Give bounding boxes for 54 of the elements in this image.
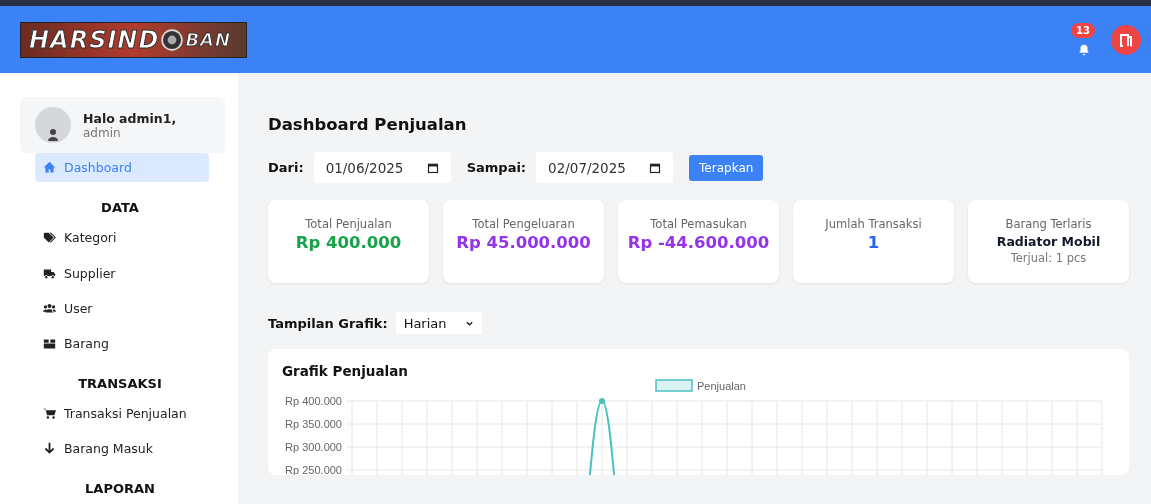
calendar-icon	[649, 161, 662, 174]
view-label: Tampilan Grafik:	[268, 315, 388, 331]
legend-label: Penjualan	[697, 380, 746, 392]
nav-heading: DATA	[100, 200, 140, 216]
nav-heading: TRANSAKSI	[77, 375, 163, 391]
y-tick-label: Rp 350.000	[285, 418, 342, 430]
stat-value: Radiator Mobil	[996, 234, 1101, 249]
nav-heading: LAPORAN	[84, 480, 156, 496]
box-icon	[43, 336, 56, 350]
stat-label: Total Penjualan	[305, 217, 392, 231]
y-tick-label: Rp 400.000	[285, 395, 342, 407]
stat-label: Jumlah Transaksi	[825, 217, 922, 231]
legend-swatch	[655, 379, 693, 392]
calendar-icon	[426, 161, 439, 174]
stat-value: 1	[867, 233, 880, 252]
chart-title: Grafik Penjualan	[282, 363, 409, 379]
door-icon	[1118, 31, 1134, 48]
apply-button[interactable]: Terapkan	[689, 154, 764, 181]
user-role: admin	[83, 125, 122, 140]
nav-link[interactable]: Barang Masuk	[35, 433, 209, 463]
y-tick-label: Rp 300.000	[285, 441, 342, 453]
tire-icon	[161, 28, 184, 51]
nav-link[interactable]: Kategori	[35, 223, 209, 253]
data-point	[599, 398, 605, 404]
date-field[interactable]: 01/06/2025	[313, 152, 451, 183]
person-icon	[45, 127, 61, 144]
stat-value: Rp -44.600.000	[627, 233, 770, 252]
arrow-down-icon	[43, 441, 56, 455]
users-icon	[43, 301, 56, 315]
stat-label: Barang Terlaris	[1005, 217, 1092, 231]
bell-icon	[1077, 42, 1091, 57]
filter-label: Dari:	[268, 160, 304, 175]
tags-icon	[43, 231, 56, 245]
home-icon	[43, 161, 56, 175]
page-title: Dashboard Penjualan	[268, 115, 468, 134]
truck-icon	[43, 266, 56, 280]
stat-value: Rp 400.000	[295, 233, 402, 252]
logo-text: HARSIND	[29, 25, 160, 54]
filter-label: Sampai:	[466, 160, 527, 175]
logout-button[interactable]	[1111, 24, 1141, 55]
nav-link[interactable]: Barang	[35, 328, 209, 358]
stat-label: Total Pengeluaran	[472, 217, 575, 231]
date-field[interactable]: 02/07/2025	[536, 152, 674, 183]
stat-note: Terjual: 1 pcs	[1010, 251, 1087, 265]
logo-text: BAN	[185, 29, 232, 50]
nav-link[interactable]: Transaksi Penjualan	[35, 398, 209, 428]
notification-badge[interactable]: 13	[1071, 22, 1095, 38]
stat-value: Rp 45.000.000	[456, 233, 591, 252]
nav-link[interactable]: User	[35, 293, 209, 323]
view-select[interactable]: Harian	[395, 312, 482, 334]
cart-icon	[43, 406, 56, 420]
user-greeting: Halo admin1,	[83, 110, 177, 126]
stat-label: Total Pemasukan	[650, 217, 747, 231]
nav-link[interactable]: Supplier	[35, 258, 209, 288]
